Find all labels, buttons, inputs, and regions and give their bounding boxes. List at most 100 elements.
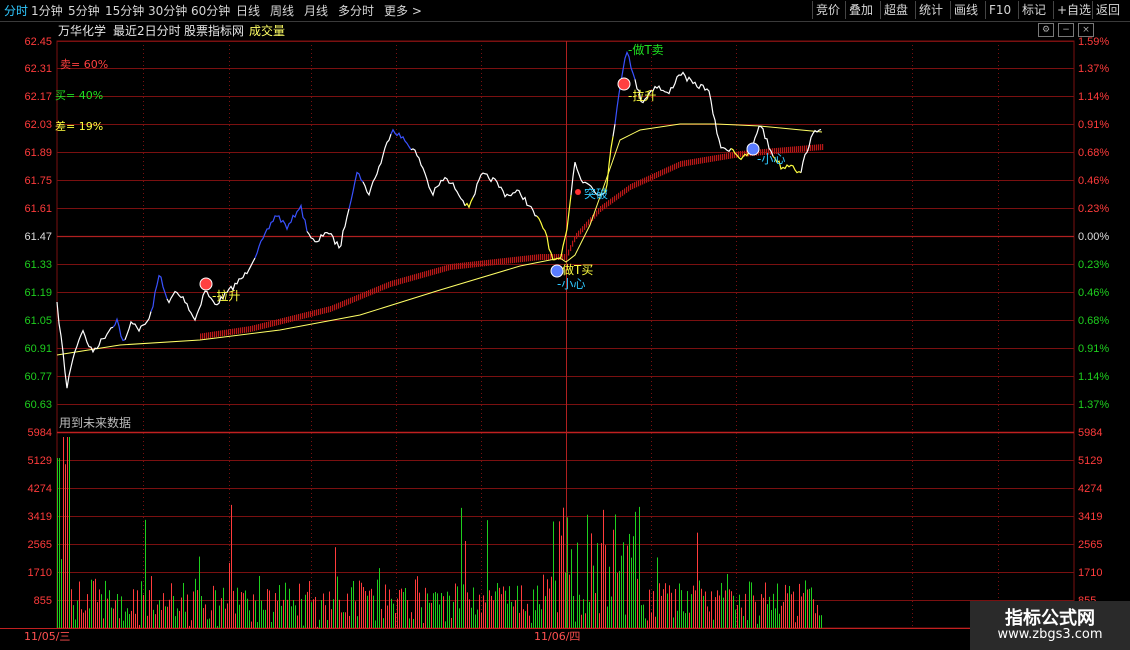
volume-bar xyxy=(125,611,126,628)
cumulative-bar xyxy=(258,324,260,330)
cumulative-bar xyxy=(674,163,676,170)
volume-bar xyxy=(97,602,98,628)
volume-bar xyxy=(561,535,562,628)
volume-bar xyxy=(625,614,626,628)
future-data-note: 用到未来数据 xyxy=(59,415,131,430)
volume-bar xyxy=(557,612,558,628)
volume-bar xyxy=(281,605,282,628)
cumulative-bar xyxy=(602,204,604,211)
volume-bar xyxy=(75,619,76,628)
volume-bar xyxy=(811,587,812,628)
price-line-segment xyxy=(112,317,126,342)
volume-bar xyxy=(323,593,324,628)
cumulative-bar xyxy=(280,318,282,325)
cumulative-bar xyxy=(384,283,386,290)
volume-bar xyxy=(473,587,474,628)
cumulative-bar xyxy=(798,146,800,153)
close-icon[interactable]: × xyxy=(1078,23,1094,37)
cumulative-bar xyxy=(658,171,660,178)
volume-bar xyxy=(523,609,524,628)
volume-bar xyxy=(161,609,162,628)
price-line-segment xyxy=(612,124,616,137)
volume-bar xyxy=(787,593,788,628)
volume-bar xyxy=(699,580,700,628)
volume-bar xyxy=(697,532,698,628)
settings-icon[interactable]: ⚙ xyxy=(1038,23,1054,37)
cumulative-bar xyxy=(442,266,444,273)
volume-bar xyxy=(417,576,418,628)
cumulative-bar xyxy=(242,327,244,334)
volume-bar xyxy=(329,591,330,628)
volume-bar xyxy=(365,591,366,628)
cumulative-bar xyxy=(344,300,346,307)
volume-bar xyxy=(155,614,156,628)
volume-bar xyxy=(781,605,782,628)
cumulative-bar xyxy=(502,258,504,265)
lift-up-label: -拉升 xyxy=(628,88,656,103)
volume-bar xyxy=(285,582,286,628)
volume-bar xyxy=(355,601,356,628)
pct-tick-label: 1.37% xyxy=(1078,399,1109,411)
volume-bar xyxy=(701,588,702,628)
volume-bar xyxy=(765,582,766,628)
cumulative-bar xyxy=(238,327,240,334)
cumulative-bar xyxy=(596,210,598,217)
intraday-chart: -拉升-拉升-做T卖做T买-小心-小心突破 62.45 1.59%62.31 1.3… xyxy=(0,36,1130,643)
cumulative-bar xyxy=(448,264,450,271)
volume-bar xyxy=(297,615,298,628)
volume-bar xyxy=(235,613,236,628)
volume-bar xyxy=(295,605,296,628)
cumulative-bar xyxy=(638,180,640,187)
minimize-icon[interactable]: − xyxy=(1058,23,1074,37)
volume-bar xyxy=(805,580,806,628)
cumulative-bar xyxy=(298,314,300,320)
cumulative-bar xyxy=(822,144,824,150)
volume-bar xyxy=(389,589,390,628)
volume-bar xyxy=(425,587,426,628)
volume-bar xyxy=(415,579,416,628)
cumulative-bar xyxy=(794,146,796,153)
volume-bar xyxy=(551,576,552,628)
volume-bar xyxy=(549,588,550,628)
cumulative-bar xyxy=(508,257,510,264)
cumulative-bar xyxy=(206,332,208,339)
volume-bar xyxy=(177,608,178,628)
volume-bar xyxy=(453,601,454,628)
volume-bar xyxy=(65,464,66,628)
volume-bar xyxy=(379,568,380,628)
cumulative-bar xyxy=(294,315,296,321)
volume-bar xyxy=(743,616,744,628)
cumulative-bar xyxy=(534,254,536,261)
volume-bar xyxy=(163,593,164,628)
volume-bar xyxy=(533,589,534,628)
cumulative-bar xyxy=(292,315,294,322)
volume-bar xyxy=(667,593,668,628)
cumulative-bar xyxy=(386,282,388,289)
cumulative-bar xyxy=(296,314,298,321)
pct-tick-label: 1.37% xyxy=(1078,63,1109,75)
volume-bar xyxy=(463,584,464,628)
volume-bar xyxy=(321,600,322,628)
cumulative-bar xyxy=(636,181,638,188)
volume-bar xyxy=(391,598,392,628)
cumulative-bar xyxy=(454,263,456,270)
volume-bar xyxy=(73,605,74,628)
cumulative-bar xyxy=(648,175,650,182)
volume-bar xyxy=(519,612,520,628)
volume-bar xyxy=(345,612,346,628)
price-line-segment xyxy=(410,148,466,206)
volume-bar xyxy=(223,587,224,628)
volume-bar xyxy=(107,598,108,628)
cumulative-bar xyxy=(732,152,734,159)
volume-bar xyxy=(183,582,184,628)
volume-bar xyxy=(79,581,80,628)
cumulative-bar xyxy=(532,254,534,261)
volume-bar xyxy=(751,582,752,628)
volume-bar xyxy=(455,583,456,628)
volume-bar xyxy=(725,590,726,628)
cumulative-bar xyxy=(310,311,312,317)
cumulative-bar xyxy=(726,153,728,160)
volume-bar xyxy=(211,610,212,628)
volume-bar xyxy=(159,600,160,628)
volume-bar xyxy=(325,605,326,628)
